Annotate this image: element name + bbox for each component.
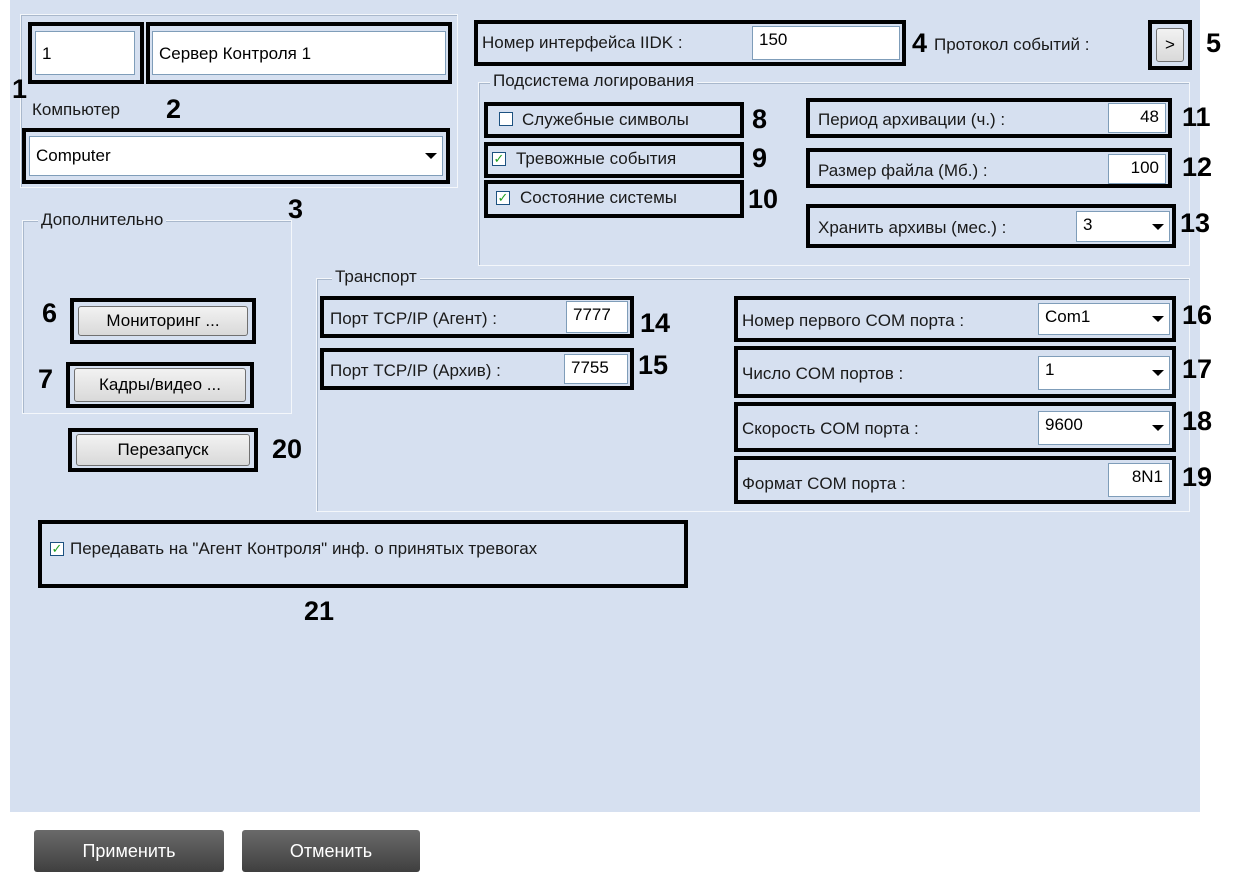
archive-period-field[interactable]: 48 bbox=[1108, 103, 1166, 133]
com-first-label: Номер первого COM порта : bbox=[742, 311, 965, 330]
com-speed-value: 9600 bbox=[1045, 415, 1083, 434]
computer-select-value: Computer bbox=[36, 146, 111, 165]
callout-19: 19 bbox=[1182, 462, 1213, 492]
chevron-down-icon[interactable] bbox=[420, 137, 442, 175]
com-format-label: Формат COM порта : bbox=[742, 474, 906, 493]
com-speed-select[interactable]: 9600 bbox=[1038, 411, 1170, 445]
computer-select[interactable]: Computer bbox=[29, 136, 443, 176]
event-protocol-button[interactable]: > bbox=[1156, 28, 1184, 62]
keep-archives-select[interactable]: 3 bbox=[1076, 211, 1170, 242]
iidk-label: Номер интерфейса IIDK : bbox=[482, 33, 683, 52]
cancel-button[interactable]: Отменить bbox=[242, 830, 420, 872]
send-alarms-label: Передавать на "Агент Контроля" инф. о пр… bbox=[70, 539, 538, 558]
tcp-archive-field[interactable]: 7755 bbox=[564, 354, 628, 384]
keep-archives-value: 3 bbox=[1083, 215, 1093, 234]
transport-group-title: Транспорт bbox=[332, 267, 420, 287]
callout-9: 9 bbox=[752, 143, 768, 173]
com-speed-label: Скорость COM порта : bbox=[742, 419, 919, 438]
callout-21: 21 bbox=[304, 596, 335, 626]
system-state-label: Состояние системы bbox=[520, 188, 678, 207]
callout-20: 20 bbox=[272, 434, 303, 464]
com-count-value: 1 bbox=[1045, 360, 1055, 379]
logging-group-title: Подсистема логирования bbox=[490, 71, 698, 91]
server-id-field[interactable]: 1 bbox=[35, 31, 135, 75]
archive-period-label: Период архивации (ч.) : bbox=[818, 110, 1006, 129]
tcp-agent-field[interactable]: 7777 bbox=[566, 301, 628, 333]
event-protocol-label: Протокол событий : bbox=[934, 35, 1090, 54]
frames-video-button[interactable]: Кадры/видео ... bbox=[74, 368, 246, 402]
callout-1: 1 bbox=[12, 74, 28, 104]
keep-archives-label: Хранить архивы (мес.) : bbox=[818, 218, 1007, 237]
com-format-field[interactable]: 8N1 bbox=[1108, 463, 1170, 497]
service-symbols-checkbox[interactable] bbox=[499, 112, 513, 126]
com-first-value: Com1 bbox=[1045, 307, 1091, 326]
chevron-down-icon[interactable] bbox=[1147, 304, 1169, 334]
callout-11: 11 bbox=[1182, 102, 1211, 132]
file-size-label: Размер файла (Мб.) : bbox=[818, 161, 988, 180]
callout-6: 6 bbox=[42, 298, 58, 328]
callout-14: 14 bbox=[640, 308, 671, 338]
callout-13: 13 bbox=[1180, 208, 1211, 238]
callout-15: 15 bbox=[638, 350, 669, 380]
com-count-label: Число COM портов : bbox=[742, 364, 904, 383]
callout-17: 17 bbox=[1182, 354, 1213, 384]
additional-group-title: Дополнительно bbox=[38, 210, 167, 230]
callout-10: 10 bbox=[748, 184, 779, 214]
chevron-down-icon[interactable] bbox=[1147, 212, 1169, 241]
system-state-checkbox[interactable]: ✓ bbox=[496, 191, 510, 205]
tcp-archive-label: Порт TCP/IP (Архив) : bbox=[330, 361, 501, 380]
callout-3: 3 bbox=[288, 194, 304, 224]
callout-4: 4 bbox=[912, 28, 928, 58]
callout-7: 7 bbox=[38, 364, 54, 394]
callout-18: 18 bbox=[1182, 406, 1213, 436]
monitoring-button[interactable]: Мониторинг ... bbox=[78, 306, 248, 336]
send-alarms-checkbox[interactable]: ✓ bbox=[50, 542, 64, 556]
server-name-field[interactable]: Сервер Контроля 1 bbox=[152, 31, 446, 75]
service-symbols-label: Служебные символы bbox=[522, 110, 689, 129]
callout-8: 8 bbox=[752, 104, 768, 134]
com-first-select[interactable]: Com1 bbox=[1038, 303, 1170, 335]
alarm-events-checkbox[interactable]: ✓ bbox=[492, 152, 506, 166]
computer-label: Компьютер bbox=[32, 100, 120, 119]
file-size-field[interactable]: 100 bbox=[1108, 154, 1166, 184]
com-count-select[interactable]: 1 bbox=[1038, 356, 1170, 390]
restart-button[interactable]: Перезапуск bbox=[76, 434, 250, 466]
alarm-events-label: Тревожные события bbox=[516, 149, 677, 168]
callout-5: 5 bbox=[1206, 28, 1222, 58]
callout-12: 12 bbox=[1182, 152, 1213, 182]
chevron-down-icon[interactable] bbox=[1147, 357, 1169, 389]
iidk-field[interactable]: 150 bbox=[752, 26, 900, 60]
callout-2: 2 bbox=[166, 94, 182, 124]
apply-button[interactable]: Применить bbox=[34, 830, 224, 872]
tcp-agent-label: Порт TCP/IP (Агент) : bbox=[330, 309, 498, 328]
chevron-down-icon[interactable] bbox=[1147, 412, 1169, 444]
callout-16: 16 bbox=[1182, 300, 1213, 330]
